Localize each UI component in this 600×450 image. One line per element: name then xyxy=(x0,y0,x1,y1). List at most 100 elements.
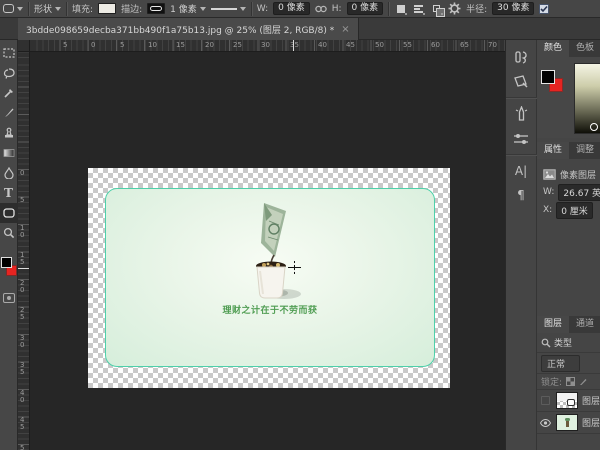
check-icon xyxy=(540,5,549,12)
shape-height-input[interactable]: 0 像素 xyxy=(346,2,384,15)
chevron-down-icon xyxy=(55,6,62,11)
paragraph-panel-icon[interactable]: ¶ xyxy=(509,183,533,207)
layer-name[interactable]: 图层 2 xyxy=(582,394,600,407)
ruler-label: 0 xyxy=(20,169,25,177)
close-icon[interactable]: × xyxy=(341,24,349,35)
color-ramp-marker[interactable] xyxy=(590,123,598,131)
gradient-tool[interactable] xyxy=(0,143,18,163)
clone-stamp-tool[interactable] xyxy=(0,123,18,143)
divider xyxy=(388,1,390,16)
lasso-icon xyxy=(3,67,15,79)
ruler-label: 50 xyxy=(20,444,25,450)
layer-thumbnail[interactable] xyxy=(556,414,578,431)
stroke-swatch[interactable] xyxy=(147,3,166,14)
horizontal-ruler[interactable]: 5 0 5 10 15 20 25 30 35 40 45 50 55 60 6… xyxy=(30,40,505,52)
cursor-position-marker xyxy=(293,40,294,51)
foreground-color-swatch[interactable] xyxy=(541,70,555,84)
toolbox: T xyxy=(0,40,18,450)
ruler-origin-corner[interactable] xyxy=(18,40,30,52)
ruler-label: 50 xyxy=(375,41,384,49)
ruler-label: 40 xyxy=(318,41,327,49)
layers-panel-tabs: 图层 通道 xyxy=(537,316,600,333)
layer-name[interactable]: 图层 1 xyxy=(582,416,600,429)
tool-options-bar: 形状 填充: 描边: 1 像素 W: 0 像素 H: 0 像素 半径: 30 像… xyxy=(0,0,600,18)
layer-filter-select[interactable]: 类型 xyxy=(537,333,600,353)
ruler-label: 60 xyxy=(431,41,440,49)
link-dimensions-icon[interactable] xyxy=(314,5,327,13)
gear-icon[interactable] xyxy=(448,2,461,15)
ruler-label: 10 xyxy=(20,224,25,239)
path-arrangement-button[interactable] xyxy=(430,2,446,17)
document-tab[interactable]: 3bdde098659decba371bb490f1a75b13.jpg @ 2… xyxy=(18,18,359,40)
stroke-style-select[interactable] xyxy=(210,6,246,11)
prop-x-input[interactable]: 0 厘米 xyxy=(556,201,593,219)
character-panel-icon[interactable]: A| xyxy=(509,159,533,183)
rounded-rectangle-tool[interactable] xyxy=(0,203,18,223)
ruler-label: 20 xyxy=(20,279,25,294)
ruler-label: 35 xyxy=(290,41,299,49)
color-swatch-pair[interactable] xyxy=(0,257,17,281)
tab-channels[interactable]: 通道 xyxy=(569,316,600,333)
path-operations-button[interactable] xyxy=(394,2,408,15)
brush-tool[interactable] xyxy=(0,103,18,123)
radius-input[interactable]: 30 像素 xyxy=(492,2,535,15)
ruler-label: 25 xyxy=(233,41,242,49)
divider xyxy=(28,1,29,16)
path-alignment-button[interactable] xyxy=(412,2,426,15)
align-edges-checkbox[interactable] xyxy=(539,3,550,14)
divider xyxy=(505,97,537,98)
vertical-ruler[interactable]: 0 5 10 15 20 25 30 35 40 45 50 xyxy=(18,52,30,450)
eyedropper-tool[interactable] xyxy=(0,83,18,103)
clone-stamp-icon xyxy=(4,127,13,138)
layer-row[interactable]: 图层 2 xyxy=(537,390,600,412)
document-canvas[interactable]: 理财之计在于不劳而获 xyxy=(88,168,450,388)
visibility-toggle[interactable] xyxy=(539,396,552,405)
color-panel-content xyxy=(537,57,600,138)
tab-adjustments[interactable]: 调整 xyxy=(569,142,600,159)
tab-layers[interactable]: 图层 xyxy=(537,316,569,333)
lasso-tool[interactable] xyxy=(0,63,18,83)
tool-presets-panel-icon[interactable] xyxy=(509,69,533,93)
document-tab-bar: 3bdde098659decba371bb490f1a75b13.jpg @ 2… xyxy=(0,18,600,40)
line-style-icon xyxy=(210,8,237,11)
ruler-label: 20 xyxy=(205,41,214,49)
zoom-tool[interactable] xyxy=(0,223,18,243)
tab-properties[interactable]: 属性 xyxy=(537,142,569,159)
eyedropper-icon xyxy=(3,89,13,98)
blend-mode-select[interactable]: 正常 xyxy=(541,354,581,372)
canvas-area[interactable]: 5 0 5 10 15 20 25 30 35 40 45 50 55 60 6… xyxy=(18,40,505,450)
ruler-label: 15 xyxy=(176,41,185,49)
rounded-rectangle-icon xyxy=(2,208,15,218)
marquee-tool[interactable] xyxy=(0,43,18,63)
crosshair-cursor xyxy=(288,261,301,274)
color-ramp[interactable] xyxy=(574,63,600,134)
tab-swatches[interactable]: 色板 xyxy=(569,40,600,57)
tool-preset-picker[interactable] xyxy=(3,4,23,13)
shape-width-input[interactable]: 0 像素 xyxy=(273,2,310,15)
clone-source-panel-icon[interactable] xyxy=(509,126,533,150)
fill-swatch[interactable] xyxy=(98,3,117,14)
type-tool[interactable]: T xyxy=(0,183,18,203)
layer-thumbnail[interactable] xyxy=(556,392,578,409)
quick-mask-button[interactable] xyxy=(2,293,15,303)
foreground-color-swatch[interactable] xyxy=(1,257,12,268)
ruler-label: 10 xyxy=(148,41,157,49)
tab-color[interactable]: 颜色 xyxy=(537,40,569,57)
water-drop-icon xyxy=(3,167,14,179)
ruler-label: 55 xyxy=(403,41,412,49)
layer-row[interactable]: 图层 1 xyxy=(537,412,600,434)
prop-w-input[interactable]: 26.67 英寸 xyxy=(558,183,600,201)
search-icon xyxy=(541,338,551,347)
lock-transparency-icon[interactable] xyxy=(566,377,576,386)
stroke-width-select[interactable]: 1 像素 xyxy=(170,2,206,15)
rounded-rectangle-shape[interactable]: 理财之计在于不劳而获 xyxy=(105,188,435,367)
marquee-icon xyxy=(2,48,15,58)
chevron-down-icon xyxy=(239,6,246,11)
tool-mode-select[interactable]: 形状 xyxy=(34,2,62,15)
brush-panel-icon[interactable] xyxy=(509,102,533,126)
prop-w-label: W: xyxy=(543,187,555,197)
blur-tool[interactable] xyxy=(0,163,18,183)
lock-pixels-icon[interactable] xyxy=(579,377,588,386)
brush-presets-panel-icon[interactable] xyxy=(509,45,533,69)
visibility-toggle[interactable] xyxy=(539,418,552,427)
